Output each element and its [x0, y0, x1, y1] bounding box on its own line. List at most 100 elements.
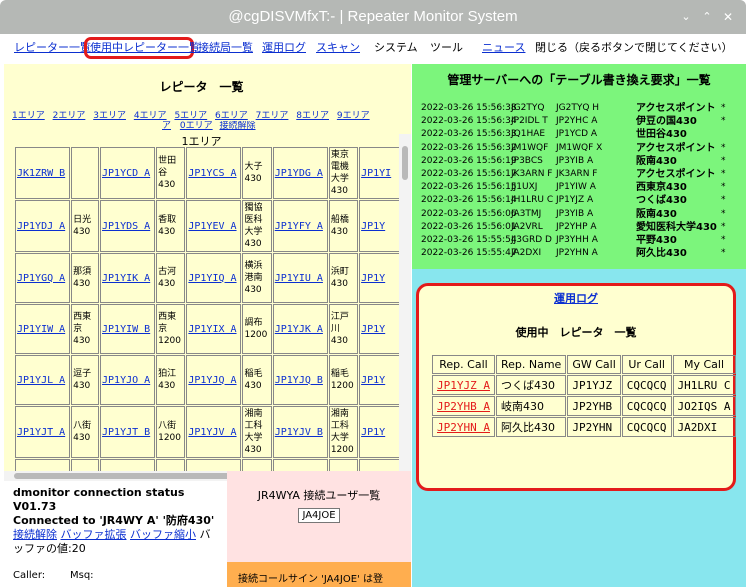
repeater-row: JP1YJT A 八街430 JP1YJT B 八街1200 JP1YJV A 湘南工科大… — [15, 406, 410, 458]
repeater-call-link[interactable]: JP1YDJ A — [17, 221, 65, 232]
area-link[interactable]: 7エリア — [256, 111, 289, 121]
repeater-name-cell: 横浜港南430 — [242, 253, 272, 303]
repeater-call-link[interactable]: JP1YDS A — [102, 221, 150, 232]
nav-tools[interactable]: ツール — [430, 41, 463, 55]
nav-op-log[interactable]: 運用ログ — [262, 41, 306, 55]
repeater-call-link[interactable]: JP1YIU A — [275, 273, 323, 284]
repeater-name-cell: 獨協医科大学430 — [242, 200, 272, 252]
nav-close[interactable]: 閉じる（戻るボタンで閉じてください） — [535, 41, 733, 55]
repeater-call-link[interactable]: JP1YJK A — [275, 324, 323, 335]
repeater-call-link[interactable]: JP1YJL A — [17, 375, 65, 386]
repeater-call-link[interactable]: JP1YIK A — [102, 273, 150, 284]
repeater-name: 愛知医科大学430 — [636, 221, 717, 233]
minimize-icon[interactable]: ⌄ — [678, 9, 694, 25]
repeater-name-cell: 八街1200 — [156, 406, 186, 458]
repeater-call-cell: JP1YIK A — [100, 253, 156, 303]
op-rep-call-link[interactable]: JP1YJZ A — [437, 379, 490, 392]
repeater-scrollbar[interactable] — [399, 134, 411, 471]
area-link[interactable]: 0エリア — [180, 121, 213, 130]
repeater-call-link[interactable]: JP1YJT B — [102, 427, 150, 438]
area-link[interactable]: 6エリア — [215, 111, 248, 121]
nav-in-use-repeaters[interactable]: 使用中レピーター一覧 — [90, 41, 200, 55]
timestamp: 2022-03-26 15:56:32 — [421, 142, 517, 153]
buffer-shrink-link[interactable]: バッファ縮小 — [130, 528, 196, 541]
msg-label: Msq: — [70, 570, 94, 581]
repeater-call-link[interactable]: JP1YJQ B — [275, 375, 323, 386]
repeater-table: JK1ZRW B JP1YCD A 世田谷430 JP1YCS A 大子430 JP1YD… — [14, 146, 411, 471]
repeater-call-link[interactable]: JP1Y — [361, 324, 385, 335]
repeater-call-link[interactable]: JP1YJO A — [102, 375, 150, 386]
repeater-call-cell: JP1YKD A — [272, 459, 328, 471]
repeater-call-link[interactable]: JP1YGQ A — [17, 273, 65, 284]
repeater-call-link[interactable]: JP1YDG A — [275, 168, 323, 179]
repeater-call-link[interactable]: JP1YIW B — [102, 324, 150, 335]
repeater-call-link[interactable]: JP1Y — [361, 427, 385, 438]
repeater-call-link[interactable]: JK1ZRW B — [17, 168, 65, 179]
buffer-expand-link[interactable]: バッファ拡張 — [61, 528, 127, 541]
title-bar: @cgDISVMfxT:- | Repeater Monitor System … — [0, 0, 746, 34]
area-link[interactable]: 3エリア — [93, 111, 126, 121]
repeater-name-cell: 那須430 — [71, 253, 100, 303]
repeater-call-link[interactable]: JP1YCD A — [102, 168, 150, 179]
repeater-call-link[interactable]: JP1YJV A — [188, 427, 236, 438]
repeater-call-link[interactable]: JP1YEV A — [188, 221, 236, 232]
nav-news[interactable]: ニュース — [482, 41, 525, 55]
repeater-call-link[interactable]: JP1YFY A — [275, 221, 323, 232]
repeater-call-link[interactable]: JP1Y — [361, 273, 385, 284]
timestamp: 2022-03-26 15:56:14 — [421, 195, 517, 206]
flag: * — [721, 142, 726, 153]
repeater-call-cell: JP1YJZ A — [186, 459, 242, 471]
maximize-icon[interactable]: ⌃ — [699, 9, 715, 25]
scrollbar-thumb[interactable] — [402, 146, 408, 180]
repeater-call: JK3ARN F — [556, 169, 598, 179]
repeater-call-link[interactable]: JP1YI — [361, 168, 391, 179]
caller-bar: Caller: Msq: — [4, 562, 227, 587]
repeater-call: JP1YCD A — [556, 129, 598, 140]
area-links-row2: ア 0エリア 接続解除 — [162, 121, 256, 130]
repeater-name-cell: 狛江430 — [156, 355, 186, 405]
repeater-call-cell: JP1YIW A — [15, 304, 71, 354]
area-link[interactable]: 9エリア — [337, 111, 370, 121]
op-table-cell: JP2YHB — [567, 396, 621, 416]
area-link[interactable]: 2エリア — [53, 111, 86, 121]
repeater-call: JP1YJZ A — [556, 195, 594, 206]
op-log-link[interactable]: 運用ログ — [554, 292, 598, 305]
area-link[interactable]: ア — [162, 121, 171, 130]
close-icon[interactable]: ✕ — [720, 9, 736, 25]
repeater-call-cell: JP1YFY A — [272, 200, 328, 252]
repeater-call-cell: JP1YIX A — [186, 304, 242, 354]
repeater-call-link[interactable]: JP1Y — [361, 375, 385, 386]
repeater-list-panel: レピータ 一覧 1エリア 2エリア 3エリア 4エリア 5エリア 6エリア 7エ… — [4, 64, 411, 471]
app-window: @cgDISVMfxT:- | Repeater Monitor System … — [0, 0, 746, 587]
nav-system[interactable]: システム — [374, 41, 418, 55]
repeater-call-link[interactable]: JP1YIQ A — [188, 273, 236, 284]
repeater-call-link[interactable]: JP1YIX A — [188, 324, 236, 335]
repeater-call-link[interactable]: JP1YJT A — [17, 427, 65, 438]
from-call: JG2TYQ — [511, 103, 545, 113]
repeater-call-link[interactable]: JP1YJQ A — [188, 375, 236, 386]
area-link[interactable]: 5エリア — [174, 111, 207, 121]
nav-repeater-list[interactable]: レピーター一覧 — [14, 41, 91, 55]
buffer-value: ッファの値:20 — [13, 542, 86, 555]
op-table-cell: CQCQCQ — [621, 396, 672, 416]
nav-scan[interactable]: スキャン — [316, 41, 360, 55]
op-rep-call-link[interactable]: JP2YHB A — [437, 400, 490, 413]
op-table-cell: CQCQCQ — [621, 417, 672, 437]
op-rep-call-link[interactable]: JP2YHN A — [437, 421, 490, 434]
timestamp: 2022-03-26 15:56:06 — [421, 208, 517, 219]
area-disconnect-link[interactable]: 接続解除 — [220, 121, 256, 130]
area-link[interactable]: 1エリア — [12, 111, 45, 121]
rewrite-request-row: 2022-03-26 15:56:38 JG2TYQ JG2TYQ H アクセスポイン… — [421, 102, 746, 115]
repeater-call-link[interactable]: JP1YCS A — [188, 168, 236, 179]
repeater-list-title: レピータ 一覧 — [159, 80, 244, 94]
disconnect-link[interactable]: 接続解除 — [13, 528, 57, 541]
window-title: @cgDISVMfxT:- | Repeater Monitor System — [228, 8, 518, 25]
area-link[interactable]: 4エリア — [134, 111, 167, 121]
repeater-call-link[interactable]: JP1YJV B — [275, 427, 323, 438]
repeater-call-link[interactable]: JP1Y — [361, 221, 385, 232]
op-log-panel: 運用ログ 使用中 レピータ 一覧 Rep. Call Rep. Name GW Ca… — [416, 283, 736, 491]
area-link[interactable]: 8エリア — [296, 111, 329, 121]
nav-stations[interactable]: 接続局一覧 — [198, 41, 253, 55]
repeater-call-link[interactable]: JP1YIW A — [17, 324, 65, 335]
from-call: JH1LRU C — [511, 195, 554, 206]
